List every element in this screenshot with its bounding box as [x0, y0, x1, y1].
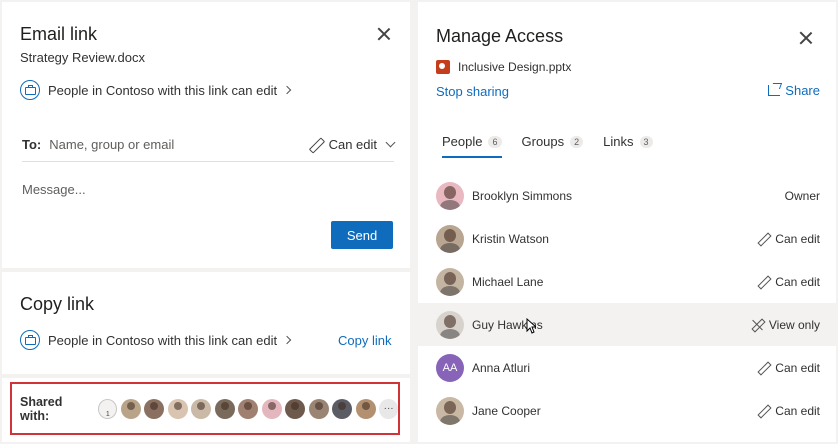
shared-user-avatar[interactable] — [191, 398, 212, 419]
copy-link-button[interactable]: Copy link — [338, 333, 391, 348]
copy-link-title: Copy link — [20, 294, 95, 314]
send-button[interactable]: Send — [331, 221, 393, 249]
manage-access-panel: Manage Access Inclusive Design.pptx Stop… — [418, 2, 836, 442]
avatar — [436, 224, 464, 253]
briefcase-icon — [20, 80, 40, 100]
avatar: AA — [436, 353, 464, 382]
avatar — [436, 267, 464, 296]
email-link-title: Email link — [20, 24, 98, 44]
person-row[interactable]: AA Anna Atluri Can edit — [418, 346, 836, 389]
tab-label: Links — [603, 134, 634, 149]
chevron-down-icon — [385, 137, 396, 148]
person-row[interactable]: Brooklyn Simmons Owner — [418, 174, 836, 217]
tab-label: People — [442, 134, 483, 149]
chevron-right-icon — [282, 85, 292, 95]
tab-groups[interactable]: Groups 2 — [522, 134, 584, 158]
person-row[interactable]: Kristin Watson Can edit — [418, 217, 836, 260]
file-name: Inclusive Design.pptx — [458, 60, 572, 74]
share-icon — [768, 85, 781, 96]
copy-link-card: Copy link People in Contoso with this li… — [2, 272, 410, 374]
recipient-input[interactable] — [49, 137, 260, 152]
person-name: Jane Cooper — [472, 403, 541, 418]
chevron-right-icon — [282, 335, 292, 345]
shared-avatars — [120, 398, 380, 419]
permission-dropdown[interactable]: Can edit — [758, 361, 820, 375]
shared-with-label: Shared with: — [20, 394, 63, 423]
permission-label: Can edit — [775, 360, 820, 375]
shared-user-avatar[interactable] — [238, 398, 259, 419]
briefcase-icon — [20, 330, 40, 350]
shared-user-avatar[interactable] — [120, 398, 141, 419]
close-icon[interactable] — [376, 26, 392, 42]
shared-user-avatar[interactable] — [214, 398, 235, 419]
copy-link-settings-button[interactable]: People in Contoso with this link can edi… — [20, 330, 292, 350]
tab-count: 6 — [488, 135, 502, 148]
permission-label: Can edit — [775, 274, 820, 289]
pencil-icon — [758, 276, 770, 288]
more-button[interactable]: ··· — [379, 398, 398, 419]
file-name: Strategy Review.docx — [20, 50, 146, 65]
mouse-cursor-icon — [526, 318, 536, 334]
group-avatar[interactable]: 1 — [98, 398, 118, 419]
permission-label: Can edit — [328, 137, 377, 152]
tab-people[interactable]: People 6 — [442, 134, 502, 158]
permission-label: Owner — [784, 188, 820, 203]
shared-user-avatar[interactable] — [355, 398, 376, 419]
tab-count: 3 — [639, 135, 653, 148]
message-input[interactable] — [22, 182, 322, 197]
share-button[interactable]: Share — [768, 83, 820, 98]
shared-user-avatar[interactable] — [167, 398, 188, 419]
pencil-icon — [309, 138, 323, 152]
permission-dropdown[interactable]: Can edit — [758, 275, 820, 289]
permission-label: Can edit — [775, 403, 820, 418]
access-tabs: People 6 Groups 2 Links 3 — [442, 134, 673, 158]
permission-dropdown[interactable]: View only — [752, 318, 820, 332]
avatar — [436, 181, 464, 210]
shared-user-avatar[interactable] — [308, 398, 329, 419]
person-row[interactable]: Michael Lane Can edit — [418, 260, 836, 303]
file-row: Inclusive Design.pptx — [436, 60, 571, 74]
share-panel: Email link Strategy Review.docx People i… — [0, 0, 414, 444]
people-list: Brooklyn Simmons Owner Kristin Watson Can e… — [418, 174, 836, 432]
email-link-card: Email link Strategy Review.docx People i… — [2, 2, 410, 268]
close-icon[interactable] — [798, 30, 814, 46]
person-row[interactable]: Guy Hawkins View only — [418, 303, 836, 346]
shared-user-avatar[interactable] — [144, 398, 165, 419]
manage-access-title: Manage Access — [436, 26, 564, 46]
link-settings-button[interactable]: People in Contoso with this link can edi… — [20, 80, 292, 100]
permission-dropdown: Owner — [785, 189, 820, 203]
permission-dropdown[interactable]: Can edit — [758, 404, 820, 418]
copy-link-settings-label: People in Contoso with this link can edi… — [48, 332, 278, 348]
permission-label: View only — [768, 317, 820, 332]
person-name: Michael Lane — [472, 274, 544, 289]
shared-user-avatar[interactable] — [332, 398, 353, 419]
share-label: Share — [785, 83, 820, 98]
permission-dropdown[interactable]: Can edit — [758, 232, 820, 246]
person-name: Brooklyn Simmons — [472, 188, 573, 203]
tab-count: 2 — [570, 135, 584, 148]
person-name: Anna Atluri — [472, 360, 531, 375]
avatar — [436, 396, 464, 425]
permission-label: Can edit — [775, 231, 820, 246]
pencil-icon — [758, 233, 770, 245]
pencil-icon — [758, 405, 770, 417]
shared-user-avatar[interactable] — [285, 398, 306, 419]
tab-label: Groups — [521, 134, 565, 149]
pencil-icon — [758, 362, 770, 374]
tab-links[interactable]: Links 3 — [603, 134, 653, 158]
no-edit-icon — [752, 319, 764, 331]
shared-user-avatar[interactable] — [261, 398, 282, 419]
person-name: Kristin Watson — [472, 231, 549, 246]
person-row[interactable]: Jane Cooper Can edit — [418, 389, 836, 432]
avatar — [436, 310, 464, 339]
link-settings-label: People in Contoso with this link can edi… — [48, 82, 278, 98]
to-label: To: — [22, 137, 42, 152]
shared-with-row: Shared with: 1 ··· — [10, 382, 400, 435]
stop-sharing-link[interactable]: Stop sharing — [436, 84, 509, 99]
to-row: To: Can edit — [22, 128, 396, 162]
person-name: Guy Hawkins — [472, 317, 543, 332]
permission-dropdown[interactable]: Can edit — [309, 137, 396, 152]
powerpoint-icon — [436, 60, 450, 74]
group-count: 1 — [105, 410, 110, 418]
